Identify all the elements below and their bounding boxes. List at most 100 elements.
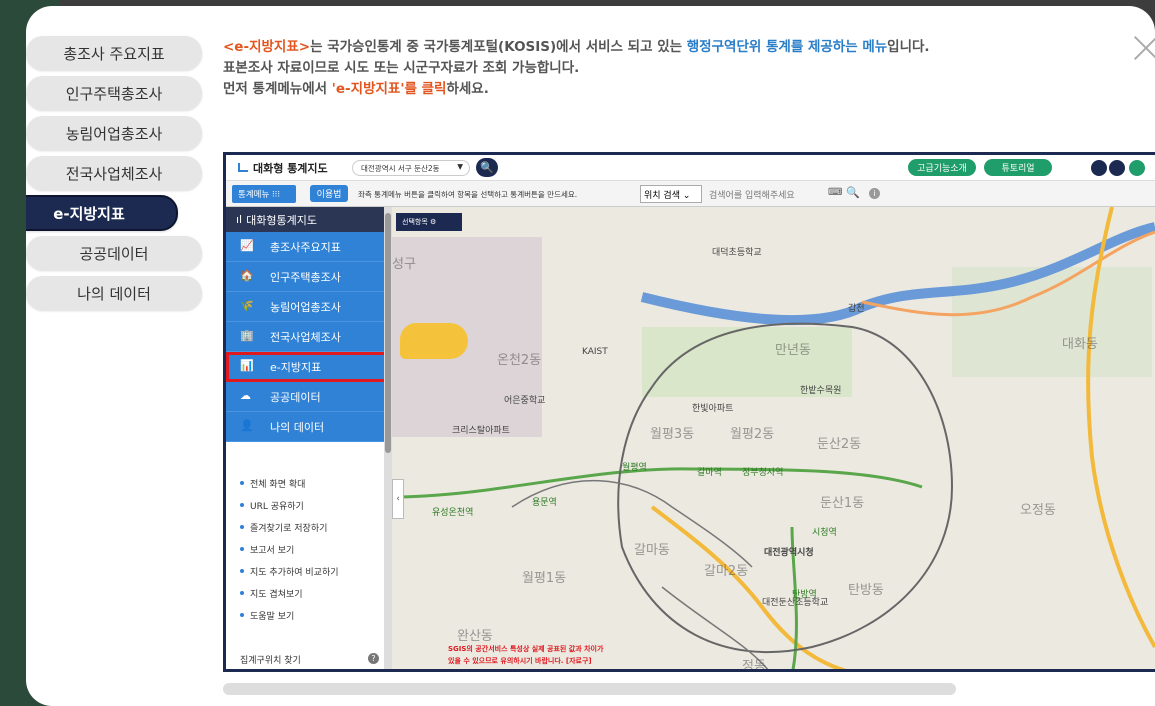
sidebar-item-population[interactable]: 🏠 인구주택총조사 <box>226 262 392 292</box>
guide-screenshot: 대화형 통계지도 대전광역시 서구 둔산2동 ▼ 🔍 고급기능소개 튜토리얼 통계… <box>223 152 1155 672</box>
tab-e-local-indicator[interactable]: e-지방지표 <box>26 195 178 231</box>
menu-label: 전국사업체조사 <box>270 330 341 344</box>
search-type-select[interactable]: 위치 검색 ⌄ <box>640 185 702 203</box>
map-label: 온천2동 <box>497 353 542 368</box>
sidebar-item-e-local[interactable]: 📊 e-지방지표 <box>226 352 392 382</box>
map-label: 대덕초등학교 <box>712 248 762 258</box>
menu-label: e-지방지표 <box>270 361 322 374</box>
cloud-icon: ☁ <box>240 388 251 402</box>
map-label: 대화동 <box>1062 337 1098 352</box>
tab-census-key-indicators[interactable]: 총조사 주요지표 <box>26 36 202 70</box>
chart-icon <box>238 163 248 172</box>
settings-icon[interactable] <box>1129 160 1145 176</box>
search-icon[interactable]: 🔍 <box>476 158 498 177</box>
menu-label: 나의 데이터 <box>270 420 325 434</box>
menu-label: 농림어업총조사 <box>270 300 341 314</box>
close-icon[interactable] <box>1132 34 1155 62</box>
desc-highlight-title: <e-지방지표> <box>223 39 311 55</box>
map-label: 월평역 <box>622 463 647 473</box>
sidebar-item-my-data[interactable]: 👤 나의 데이터 <box>226 412 392 442</box>
map-label: 월평1동 <box>522 571 567 586</box>
screenshot-topbar: 대화형 통계지도 대전광역시 서구 둔산2동 ▼ 🔍 고급기능소개 튜토리얼 <box>226 155 1155 181</box>
desc-line-3: 먼저 통계메뉴에서 <box>223 81 332 97</box>
sidebar-item-agriculture[interactable]: 🌾 농림어업총조사 <box>226 292 392 322</box>
url-share-link[interactable]: URL 공유하기 <box>226 494 392 516</box>
scroll-thumb[interactable] <box>385 213 391 453</box>
select-items-label: 선택항목 <box>402 218 428 226</box>
horizontal-scrollbar[interactable] <box>223 683 956 695</box>
house-icon: 🏠 <box>240 268 254 282</box>
sidebar-scrollbar[interactable] <box>384 207 392 669</box>
bookmark-link[interactable]: 즐겨찾기로 저장하기 <box>226 516 392 538</box>
tab-public-data[interactable]: 공공데이터 <box>26 236 202 270</box>
menu-label: 공공데이터 <box>270 390 321 404</box>
map-label: 둔산2동 <box>817 437 862 452</box>
usage-text: 좌측 통계메뉴 버튼을 클릭하여 항목을 선택하고 통계버튼을 만드세요. <box>358 190 578 199</box>
stat-menu-label: 통계메뉴 <box>238 190 270 200</box>
map-notice: SGIS의 공간서비스 특성상 실제 공표된 값과 차이가 있을 수 있으므로 … <box>448 643 603 667</box>
desc-line-3-end: 하세요. <box>446 81 489 97</box>
tab-business-survey[interactable]: 전국사업체조사 <box>26 156 202 190</box>
menu-label: 총조사주요지표 <box>270 240 341 254</box>
desc-line-2: 표본조사 자료이므로 시도 또는 시군구자료가 조회 가능합니다. <box>223 60 580 76</box>
overlay-map-link[interactable]: 지도 겹쳐보기 <box>226 582 392 604</box>
location-search-input[interactable]: 검색어를 입력해주세요 <box>706 185 846 203</box>
desc-click-instruction: 'e-지방지표'를 클릭 <box>331 81 447 97</box>
help-link[interactable]: 도움말 보기 <box>226 604 392 626</box>
caret-down-icon: ▼ <box>457 162 463 171</box>
grid-view-icon[interactable] <box>1091 160 1107 176</box>
region-search-label[interactable]: 집계구위치 찾기 <box>240 653 301 666</box>
location-select[interactable]: 대전광역시 서구 둔산2동 ▼ <box>352 160 470 176</box>
map-label: 둔산1동 <box>820 496 865 511</box>
map-label: KAIST <box>582 347 608 357</box>
road-west <box>511 480 753 568</box>
map-area[interactable]: 선택항목 ⚙ 온천2동 KAIST 만년동 둔산2동 둔산1동 월평3동 월평2… <box>392 207 1155 672</box>
farm-icon: 🌾 <box>240 298 254 312</box>
map-label: 월평3동 <box>650 427 695 442</box>
map-label: 대전광역시청 <box>764 548 814 558</box>
tab-my-data[interactable]: 나의 데이터 <box>26 276 202 310</box>
select-items-button[interactable]: 선택항목 ⚙ <box>396 213 462 231</box>
info-icon[interactable]: i <box>869 188 880 199</box>
notice-line-1: SGIS의 공간서비스 특성상 실제 공표된 값과 차이가 <box>448 645 604 653</box>
user-doc-icon: 👤 <box>240 418 254 432</box>
desc-highlight-menu: 행정구역단위 통계를 제공하는 메뉴 <box>686 39 888 55</box>
sidebar-title-text: 대화형통계지도 <box>246 213 317 227</box>
trend-chart-icon: 📈 <box>240 238 254 252</box>
map-label: 오정동 <box>1020 503 1056 518</box>
map-label: 갈마역 <box>697 468 722 478</box>
report-link[interactable]: 보고서 보기 <box>226 538 392 560</box>
map-label: 크리스탈아파트 <box>452 426 510 436</box>
screenshot-logo: 대화형 통계지도 <box>253 162 328 175</box>
keyboard-icon[interactable]: ⌨ <box>828 187 842 198</box>
notice-line-2: 있을 수 있으므로 유의하시기 바랍니다. [자료구] <box>448 657 592 665</box>
sidebar-title: ıl 대화형통계지도 <box>226 207 392 232</box>
desc-text: 는 국가승인통계 중 국가통계포털(KOSIS)에서 서비스 되고 있는 <box>310 39 687 55</box>
help-icon[interactable]: ? <box>368 653 379 664</box>
magnifier-icon[interactable]: 🔍 <box>846 186 860 199</box>
map-label: 시청역 <box>812 528 837 538</box>
fullscreen-link[interactable]: 전체 화면 확대 <box>226 472 392 494</box>
compare-map-link[interactable]: 지도 추가하여 비교하기 <box>226 560 392 582</box>
sidebar-item-census-indicators[interactable]: 📈 총조사주요지표 <box>226 232 392 262</box>
map-label: 한빛아파트 <box>692 404 734 414</box>
map-label: 만년동 <box>775 343 811 358</box>
tab-agriculture-fishery[interactable]: 농림어업총조사 <box>26 116 202 150</box>
map-label: 한밭수목원 <box>800 386 842 396</box>
description: <e-지방지표>는 국가승인통계 중 국가통계포털(KOSIS)에서 서비스 되… <box>223 37 930 100</box>
map-label: 정동 <box>742 659 766 672</box>
collapse-sidebar-handle[interactable]: ‹ <box>392 479 404 519</box>
building-icon: 🏢 <box>240 328 254 342</box>
map-label: 성구 <box>392 257 416 272</box>
stat-menu-button[interactable]: 통계메뉴 ⁝⁝⁝ <box>232 185 296 203</box>
map-label: 용문역 <box>532 498 557 508</box>
sidebar-item-public-data[interactable]: ☁ 공공데이터 <box>226 382 392 412</box>
tutorial-button[interactable]: 튜토리얼 <box>984 159 1052 176</box>
map-label: 갈마2동 <box>704 564 749 579</box>
menu-label: 인구주택총조사 <box>270 270 341 284</box>
feature-intro-button[interactable]: 고급기능소개 <box>908 159 976 176</box>
sidebar-item-business[interactable]: 🏢 전국사업체조사 <box>226 322 392 352</box>
tab-population-housing[interactable]: 인구주택총조사 <box>26 76 202 110</box>
circle-icon[interactable] <box>1109 160 1125 176</box>
